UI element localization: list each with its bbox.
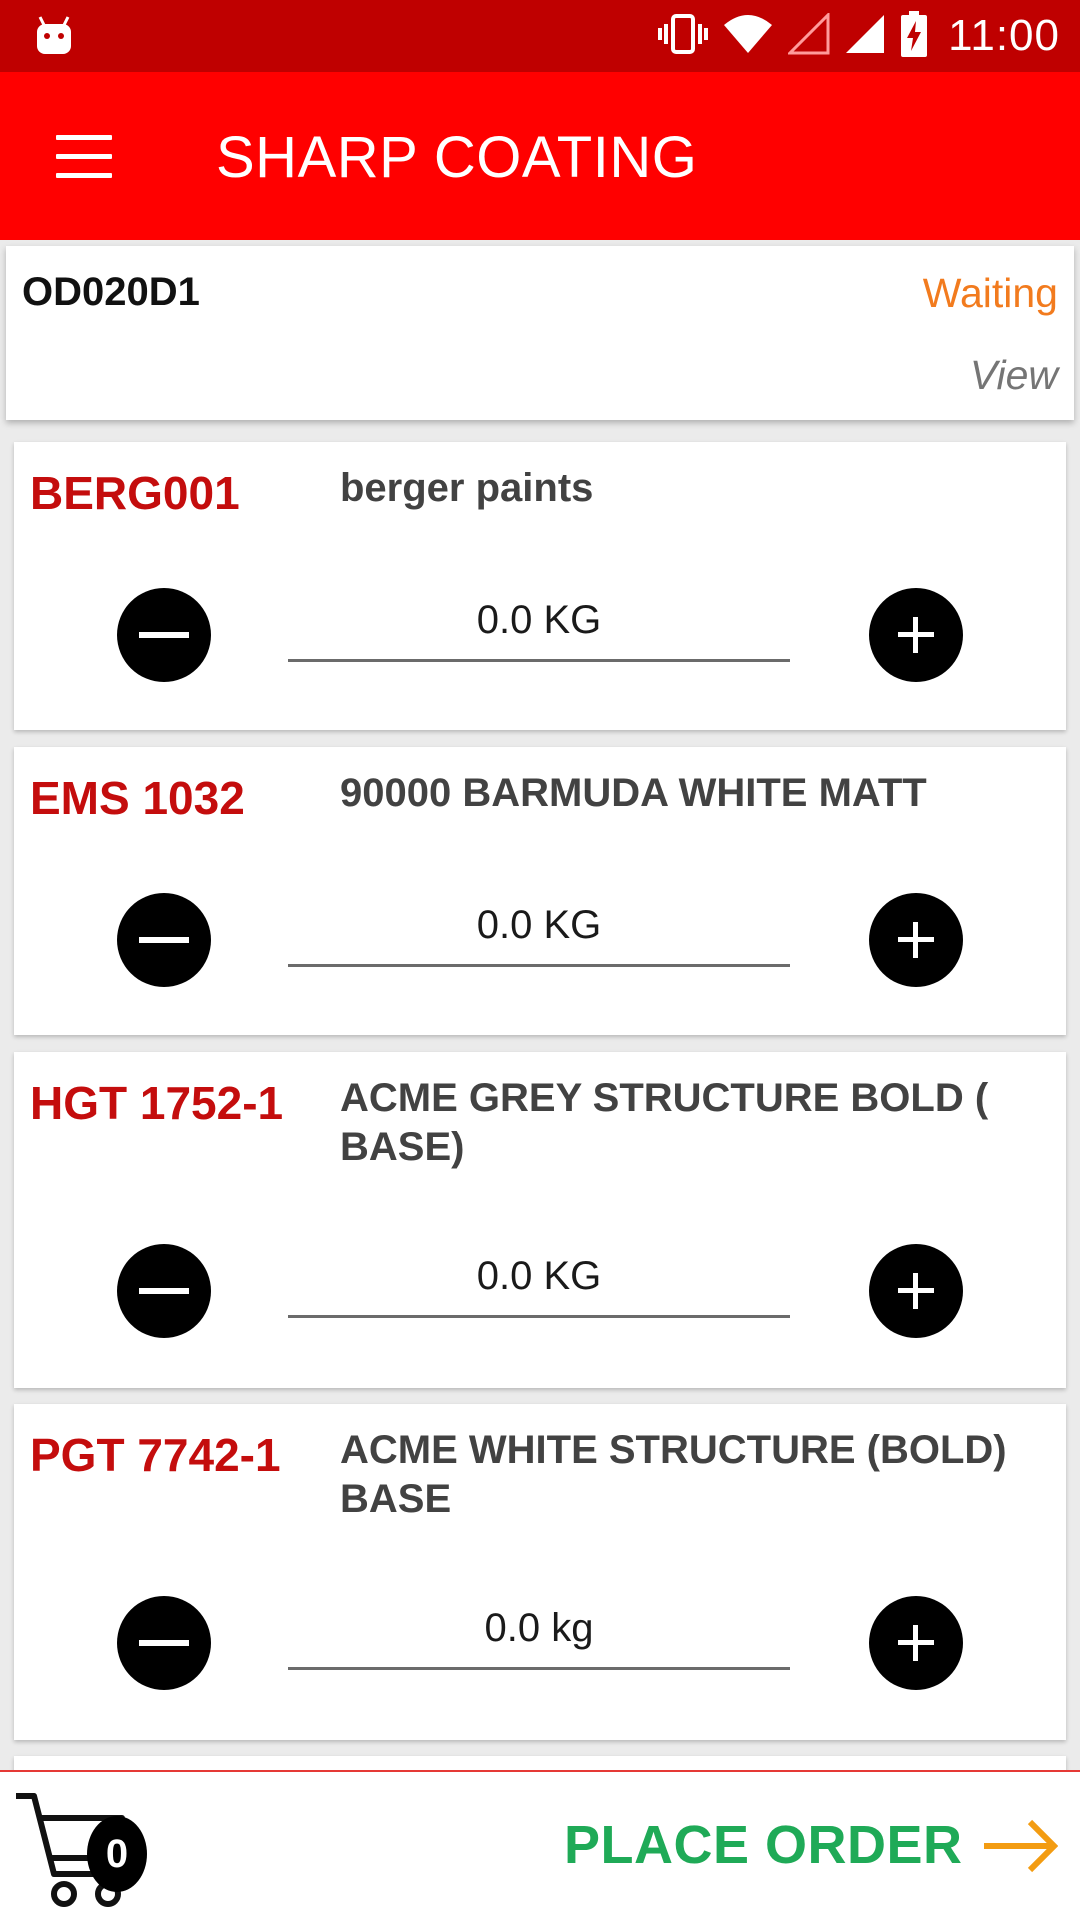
quantity-field[interactable]: 0.0 KG <box>288 903 790 967</box>
increase-quantity-button[interactable] <box>869 893 963 987</box>
quantity-field[interactable]: 0.0 KG <box>288 598 790 662</box>
plus-icon <box>898 617 934 653</box>
decrease-quantity-button[interactable] <box>117 588 211 682</box>
decrease-quantity-button[interactable] <box>117 1596 211 1690</box>
decrease-quantity-button[interactable] <box>117 1244 211 1338</box>
product-code: HGT 1752-1 <box>30 1077 284 1129</box>
product-name: ACME WHITE STRUCTURE (BOLD) BASE <box>340 1428 1007 1521</box>
minus-icon <box>139 937 189 943</box>
decrease-quantity-button[interactable] <box>117 893 211 987</box>
status-bar: 11:00 <box>0 0 1080 72</box>
product-code: EMS 1032 <box>30 772 245 824</box>
plus-icon <box>898 1273 934 1309</box>
increase-quantity-button[interactable] <box>869 1244 963 1338</box>
product-code: PGT 7742-1 <box>30 1429 281 1481</box>
minus-icon <box>139 1640 189 1646</box>
order-status-badge: Waiting <box>922 270 1058 316</box>
product-name: ACME GREY STRUCTURE BOLD ( BASE) <box>340 1076 989 1169</box>
status-time: 11:00 <box>948 11 1060 60</box>
product-card: EMS 1032 90000 BARMUDA WHITE MATT 0.0 KG <box>14 747 1066 1035</box>
product-name: berger paints <box>340 466 594 510</box>
bottom-order-bar: 0 PLACE ORDER <box>0 1770 1080 1920</box>
product-code: BERG001 <box>30 467 240 519</box>
hamburger-menu-icon[interactable] <box>40 116 128 196</box>
order-summary-card: OD020D1 Waiting View <box>6 246 1074 420</box>
vibrate-icon <box>658 12 709 61</box>
minus-icon <box>139 1288 189 1294</box>
arrow-right-icon[interactable] <box>980 1816 1059 1881</box>
order-id: OD020D1 <box>22 270 200 314</box>
product-card: PGT 7742-1 ACME WHITE STRUCTURE (BOLD) B… <box>14 1404 1066 1740</box>
no-signal-icon <box>786 10 830 60</box>
plus-icon <box>898 922 934 958</box>
cart-count-badge: 0 <box>87 1816 147 1892</box>
view-order-link[interactable]: View <box>970 352 1058 399</box>
app-toolbar: SHARP COATING <box>0 72 1080 240</box>
minus-icon <box>139 632 189 638</box>
product-card: BERG001 berger paints 0.0 KG <box>14 442 1066 730</box>
battery-charging-icon <box>900 10 928 62</box>
increase-quantity-button[interactable] <box>869 588 963 682</box>
cart-button[interactable]: 0 <box>12 1788 147 1912</box>
wifi-icon <box>722 13 774 60</box>
increase-quantity-button[interactable] <box>869 1596 963 1690</box>
android-icon <box>34 14 74 61</box>
plus-icon <box>898 1625 934 1661</box>
product-card: HGT 1752-1 ACME GREY STRUCTURE BOLD ( BA… <box>14 1052 1066 1388</box>
place-order-button[interactable]: PLACE ORDER <box>564 1814 963 1876</box>
app-screen: 11:00 SHARP COATING OD020D1 Waiting View… <box>0 0 1080 1920</box>
app-title: SHARP COATING <box>216 125 698 190</box>
signal-icon <box>844 13 886 60</box>
product-name: 90000 BARMUDA WHITE MATT <box>340 771 927 815</box>
quantity-field[interactable]: 0.0 kg <box>288 1606 790 1670</box>
quantity-field[interactable]: 0.0 KG <box>288 1254 790 1318</box>
